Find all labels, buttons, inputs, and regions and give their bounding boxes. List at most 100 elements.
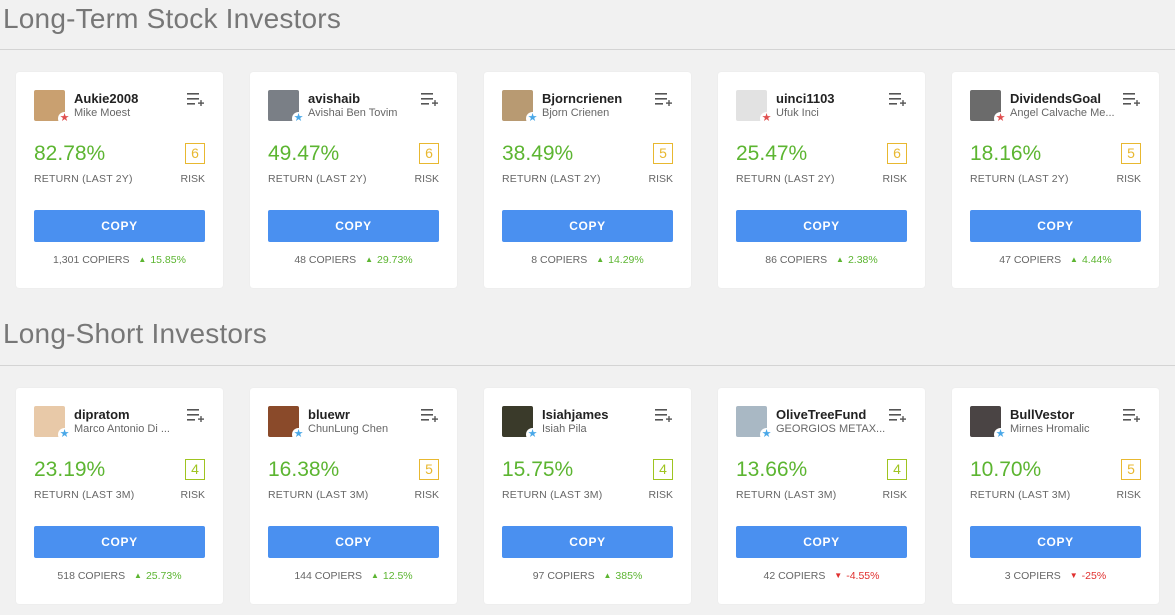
avatar[interactable]: ★ bbox=[268, 90, 305, 125]
avatar[interactable]: ★ bbox=[970, 90, 1007, 125]
triangle-down-icon: ▼ bbox=[834, 571, 843, 580]
star-icon: ★ bbox=[760, 428, 773, 441]
copiers-info: 47 COPIERS ▲ 4.44% bbox=[952, 254, 1159, 266]
avatar[interactable]: ★ bbox=[970, 406, 1007, 441]
avatar[interactable]: ★ bbox=[736, 90, 773, 125]
investor-username[interactable]: DividendsGoal bbox=[1010, 91, 1101, 106]
investor-username[interactable]: dipratom bbox=[74, 407, 130, 422]
list-plus-icon[interactable] bbox=[655, 408, 673, 422]
investor-username[interactable]: uinci1103 bbox=[776, 91, 835, 106]
investor-card[interactable]: ★ dipratom Marco Antonio Di ... 23.19% R… bbox=[16, 388, 223, 604]
investor-username[interactable]: Isiahjames bbox=[542, 407, 609, 422]
avatar[interactable]: ★ bbox=[502, 90, 539, 125]
return-value: 16.38% bbox=[268, 458, 340, 481]
list-plus-icon[interactable] bbox=[1123, 92, 1141, 106]
copy-button[interactable]: COPY bbox=[502, 210, 673, 242]
triangle-up-icon: ▲ bbox=[603, 571, 612, 580]
copiers-count: 8 COPIERS bbox=[531, 254, 588, 266]
risk-score: 5 bbox=[1121, 143, 1141, 164]
return-label: RETURN (LAST 3M) bbox=[502, 489, 603, 501]
investor-username[interactable]: Bjorncrienen bbox=[542, 91, 622, 106]
star-icon: ★ bbox=[994, 428, 1007, 441]
copy-button[interactable]: COPY bbox=[970, 526, 1141, 558]
investor-username[interactable]: OliveTreeFund bbox=[776, 407, 866, 422]
star-icon: ★ bbox=[760, 112, 773, 125]
risk-label: RISK bbox=[180, 173, 205, 185]
investor-username[interactable]: avishaib bbox=[308, 91, 360, 106]
investor-card[interactable]: ★ BullVestor Mirnes Hromalic 10.70% RETU… bbox=[952, 388, 1159, 604]
risk-score: 6 bbox=[419, 143, 439, 164]
list-plus-icon[interactable] bbox=[889, 92, 907, 106]
copiers-count: 86 COPIERS bbox=[765, 254, 828, 266]
list-plus-icon[interactable] bbox=[655, 92, 673, 106]
copy-button[interactable]: COPY bbox=[736, 526, 907, 558]
avatar[interactable]: ★ bbox=[34, 90, 71, 125]
copy-button[interactable]: COPY bbox=[736, 210, 907, 242]
copiers-change: ▲ 29.73% bbox=[365, 254, 413, 266]
investor-card[interactable]: ★ DividendsGoal Angel Calvache Me... 18.… bbox=[952, 72, 1159, 288]
investor-card[interactable]: ★ Bjorncrienen Bjorn Crienen 38.49% RETU… bbox=[484, 72, 691, 288]
list-plus-icon[interactable] bbox=[187, 408, 205, 422]
section-title-long-short: Long-Short Investors bbox=[3, 318, 267, 349]
investor-card[interactable]: ★ bluewr ChunLung Chen 16.38% RETURN (LA… bbox=[250, 388, 457, 604]
copiers-change: ▲ 12.5% bbox=[371, 570, 413, 582]
investor-username[interactable]: Aukie2008 bbox=[74, 91, 138, 106]
return-value: 10.70% bbox=[970, 458, 1042, 481]
risk-label: RISK bbox=[1116, 173, 1141, 185]
risk-score: 5 bbox=[653, 143, 673, 164]
avatar[interactable]: ★ bbox=[268, 406, 305, 441]
list-plus-icon[interactable] bbox=[1123, 408, 1141, 422]
return-value: 18.16% bbox=[970, 142, 1042, 165]
triangle-up-icon: ▲ bbox=[134, 571, 142, 580]
list-plus-icon[interactable] bbox=[889, 408, 907, 422]
copy-button[interactable]: COPY bbox=[502, 526, 673, 558]
copy-button[interactable]: COPY bbox=[34, 526, 205, 558]
investor-username[interactable]: BullVestor bbox=[1010, 407, 1074, 422]
triangle-up-icon: ▲ bbox=[836, 255, 844, 264]
star-icon: ★ bbox=[994, 112, 1007, 125]
copiers-info: 42 COPIERS ▼ -4.55% bbox=[718, 570, 925, 582]
section-divider bbox=[0, 365, 1175, 366]
investor-fullname: Mirnes Hromalic bbox=[1010, 423, 1090, 435]
star-icon: ★ bbox=[58, 112, 71, 125]
copiers-info: 518 COPIERS ▲ 25.73% bbox=[16, 570, 223, 582]
return-value: 49.47% bbox=[268, 142, 340, 165]
return-label: RETURN (LAST 2Y) bbox=[970, 173, 1069, 185]
copiers-change: ▲ 25.73% bbox=[134, 570, 182, 582]
risk-score: 4 bbox=[887, 459, 907, 480]
section-title-long-term: Long-Term Stock Investors bbox=[3, 3, 342, 34]
copy-button[interactable]: COPY bbox=[34, 210, 205, 242]
investor-card[interactable]: ★ avishaib Avishai Ben Tovim 49.47% RETU… bbox=[250, 72, 457, 288]
investor-fullname: Angel Calvache Me... bbox=[1010, 107, 1115, 119]
investor-fullname: Avishai Ben Tovim bbox=[308, 107, 398, 119]
investor-fullname: Mike Moest bbox=[74, 107, 131, 119]
list-plus-icon[interactable] bbox=[187, 92, 205, 106]
copiers-change: ▼ -4.55% bbox=[834, 570, 879, 582]
copiers-info: 144 COPIERS ▲ 12.5% bbox=[250, 570, 457, 582]
risk-score: 5 bbox=[1121, 459, 1141, 480]
return-label: RETURN (LAST 2Y) bbox=[502, 173, 601, 185]
copiers-count: 1,301 COPIERS bbox=[53, 254, 130, 266]
copy-button[interactable]: COPY bbox=[268, 526, 439, 558]
copiers-count: 47 COPIERS bbox=[999, 254, 1062, 266]
copy-button[interactable]: COPY bbox=[970, 210, 1141, 242]
investor-card[interactable]: ★ Aukie2008 Mike Moest 82.78% RETURN (LA… bbox=[16, 72, 223, 288]
risk-score: 6 bbox=[887, 143, 907, 164]
investor-card[interactable]: ★ uinci1103 Ufuk Inci 25.47% RETURN (LAS… bbox=[718, 72, 925, 288]
investor-username[interactable]: bluewr bbox=[308, 407, 350, 422]
copiers-change-value: 14.29% bbox=[608, 254, 644, 266]
return-value: 13.66% bbox=[736, 458, 808, 481]
copy-button[interactable]: COPY bbox=[268, 210, 439, 242]
avatar[interactable]: ★ bbox=[502, 406, 539, 441]
list-plus-icon[interactable] bbox=[421, 408, 439, 422]
copiers-change-value: 25.73% bbox=[145, 570, 182, 582]
investor-card[interactable]: ★ OliveTreeFund GEORGIOS METAX... 13.66%… bbox=[718, 388, 925, 604]
investor-fullname: GEORGIOS METAX... bbox=[776, 423, 886, 435]
triangle-up-icon: ▲ bbox=[138, 255, 147, 264]
avatar[interactable]: ★ bbox=[736, 406, 773, 441]
risk-label: RISK bbox=[648, 173, 673, 185]
return-value: 23.19% bbox=[34, 458, 106, 481]
avatar[interactable]: ★ bbox=[34, 406, 71, 441]
investor-card[interactable]: ★ Isiahjames Isiah Pila 15.75% RETURN (L… bbox=[484, 388, 691, 604]
list-plus-icon[interactable] bbox=[421, 92, 439, 106]
